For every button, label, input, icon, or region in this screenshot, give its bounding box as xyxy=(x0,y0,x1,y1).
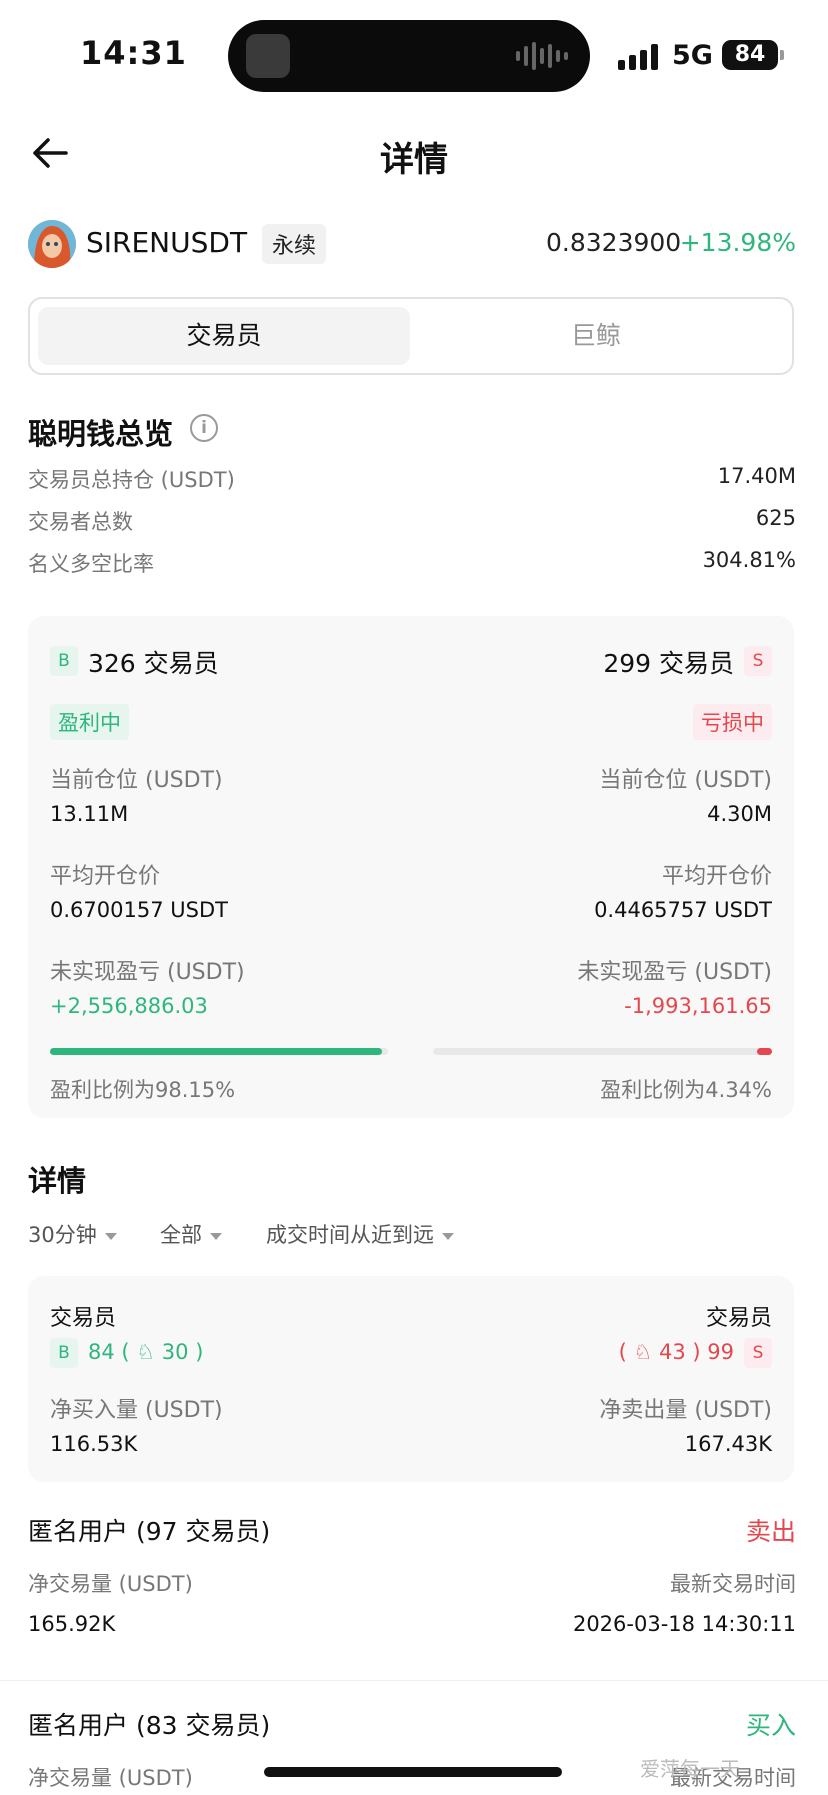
battery-tip xyxy=(780,50,784,60)
long-short-ratio-label: 名义多空比率 xyxy=(28,552,154,576)
long-pnl-value: +2,556,886.03 xyxy=(50,994,208,1018)
long-profit-ratio-bar xyxy=(50,1048,388,1055)
short-position-value: 4.30M xyxy=(707,802,772,826)
long-avg-price-value: 0.6700157 USDT xyxy=(50,898,228,922)
sort-dropdown-label: 成交时间从近到远 xyxy=(266,1223,434,1247)
long-profit-ratio-fill xyxy=(50,1048,382,1055)
sell-tag: S xyxy=(744,1338,772,1368)
long-position-label: 当前仓位 (USDT) xyxy=(50,768,223,793)
chevron-down-icon xyxy=(104,1232,117,1240)
trader-count-label: 交易者总数 xyxy=(28,510,133,534)
chevron-down-icon xyxy=(442,1232,454,1240)
buy-trader-counts: 84 ( ♘ 30 ) xyxy=(88,1340,204,1364)
long-short-summary-card: B 326 交易员 299 交易员 S 盈利中 亏损中 当前仓位 (USDT) … xyxy=(28,616,794,1118)
trader-count-value: 625 xyxy=(755,506,796,530)
sell-tag: S xyxy=(744,646,772,676)
home-indicator[interactable] xyxy=(264,1767,562,1777)
token-avatar xyxy=(28,220,76,268)
side-filter-label: 全部 xyxy=(160,1223,202,1247)
whale-icon: ♘ xyxy=(633,1340,653,1364)
net-sell-value: 167.43K xyxy=(684,1432,772,1456)
watermark: 爱萍每一天 xyxy=(640,1757,740,1781)
status-time: 14:31 xyxy=(80,34,187,72)
short-pnl-label: 未实现盈亏 (USDT) xyxy=(577,960,772,985)
details-title: 详情 xyxy=(28,1164,87,1198)
sell-count: 99 xyxy=(707,1340,734,1364)
symbol-name: SIRENUSDT xyxy=(86,226,248,259)
side-filter-dropdown[interactable]: 全部 xyxy=(160,1219,222,1249)
short-avg-price-value: 0.4465757 USDT xyxy=(594,898,772,922)
network-type: 5G xyxy=(672,40,713,71)
short-profit-ratio-bar xyxy=(433,1048,772,1055)
segment-control: 交易员 巨鲸 xyxy=(28,297,794,375)
battery-icon: 84 xyxy=(722,40,778,70)
overview-title: 聪明钱总览 xyxy=(28,417,174,451)
media-thumbnail xyxy=(246,34,290,78)
long-profit-ratio-text: 盈利比例为98.15% xyxy=(50,1078,236,1102)
signal-icon xyxy=(618,44,658,70)
short-profit-ratio-fill xyxy=(757,1048,772,1055)
sell-trader-counts: ( ♘ 43 ) 99 xyxy=(618,1340,734,1364)
net-flow-card: 交易员 交易员 B 84 ( ♘ 30 ) ( ♘ 43 ) 99 S 净买入量… xyxy=(28,1276,794,1482)
trade-side-1: 卖出 xyxy=(745,1517,796,1546)
status-bar: 14:31 5G 84 xyxy=(0,0,828,110)
dynamic-island[interactable] xyxy=(228,20,590,92)
chevron-down-icon xyxy=(210,1232,222,1240)
short-avg-price-label: 平均开仓价 xyxy=(661,864,772,889)
sell-traders-label: 交易员 xyxy=(705,1306,772,1331)
short-trader-count: 299 交易员 xyxy=(603,649,734,678)
long-avg-price-label: 平均开仓价 xyxy=(50,864,161,889)
trade-user-2[interactable]: 匿名用户 (83 交易员) xyxy=(28,1706,270,1742)
audio-wave-icon xyxy=(516,42,568,70)
price-change: +13.98% xyxy=(679,228,796,257)
sell-sub-count: 43 xyxy=(658,1340,686,1364)
long-status-badge: 盈利中 xyxy=(50,704,129,740)
buy-count: 84 xyxy=(88,1340,115,1364)
long-pnl-label: 未实现盈亏 (USDT) xyxy=(50,960,245,985)
trade-side-2: 买入 xyxy=(745,1711,796,1740)
short-position-label: 当前仓位 (USDT) xyxy=(599,768,772,793)
total-position-label: 交易员总持仓 (USDT) xyxy=(28,468,235,492)
row-divider xyxy=(0,1680,828,1681)
tab-whales[interactable]: 巨鲸 xyxy=(410,307,782,365)
sort-dropdown[interactable]: 成交时间从近到远 xyxy=(266,1219,454,1249)
trade-user-1[interactable]: 匿名用户 (97 交易员) xyxy=(28,1512,270,1548)
trade-volume-label-2: 净交易量 (USDT) xyxy=(28,1766,193,1790)
trade-time-1: 2026-03-18 14:30:11 xyxy=(572,1612,796,1636)
page-title: 详情 xyxy=(380,140,448,180)
net-buy-value: 116.53K xyxy=(50,1432,138,1456)
trade-volume-label-1: 净交易量 (USDT) xyxy=(28,1572,193,1596)
trade-volume-1: 165.92K xyxy=(28,1612,116,1636)
interval-dropdown-label: 30分钟 xyxy=(28,1223,97,1247)
buy-tag: B xyxy=(50,1338,78,1368)
battery-level: 84 xyxy=(734,42,766,67)
symbol-price: 0.8323900 xyxy=(546,228,682,257)
buy-traders-label: 交易员 xyxy=(50,1306,117,1331)
interval-dropdown[interactable]: 30分钟 xyxy=(28,1219,117,1249)
tab-traders[interactable]: 交易员 xyxy=(38,307,410,365)
total-position-value: 17.40M xyxy=(717,464,796,488)
long-position-value: 13.11M xyxy=(50,802,129,826)
perpetual-badge: 永续 xyxy=(262,224,327,264)
buy-sub-count: 30 xyxy=(161,1340,189,1364)
trade-time-label-1: 最新交易时间 xyxy=(670,1572,796,1596)
short-pnl-value: -1,993,161.65 xyxy=(624,994,772,1018)
whale-icon: ♘ xyxy=(136,1340,156,1364)
short-profit-ratio-text: 盈利比例为4.34% xyxy=(600,1078,772,1102)
net-sell-label: 净卖出量 (USDT) xyxy=(599,1398,772,1423)
info-icon[interactable]: i xyxy=(190,414,218,442)
buy-tag: B xyxy=(50,646,78,676)
long-trader-count: 326 交易员 xyxy=(88,649,219,678)
short-status-badge: 亏损中 xyxy=(693,704,772,740)
long-short-ratio-value: 304.81% xyxy=(702,548,796,572)
net-buy-label: 净买入量 (USDT) xyxy=(50,1398,223,1423)
